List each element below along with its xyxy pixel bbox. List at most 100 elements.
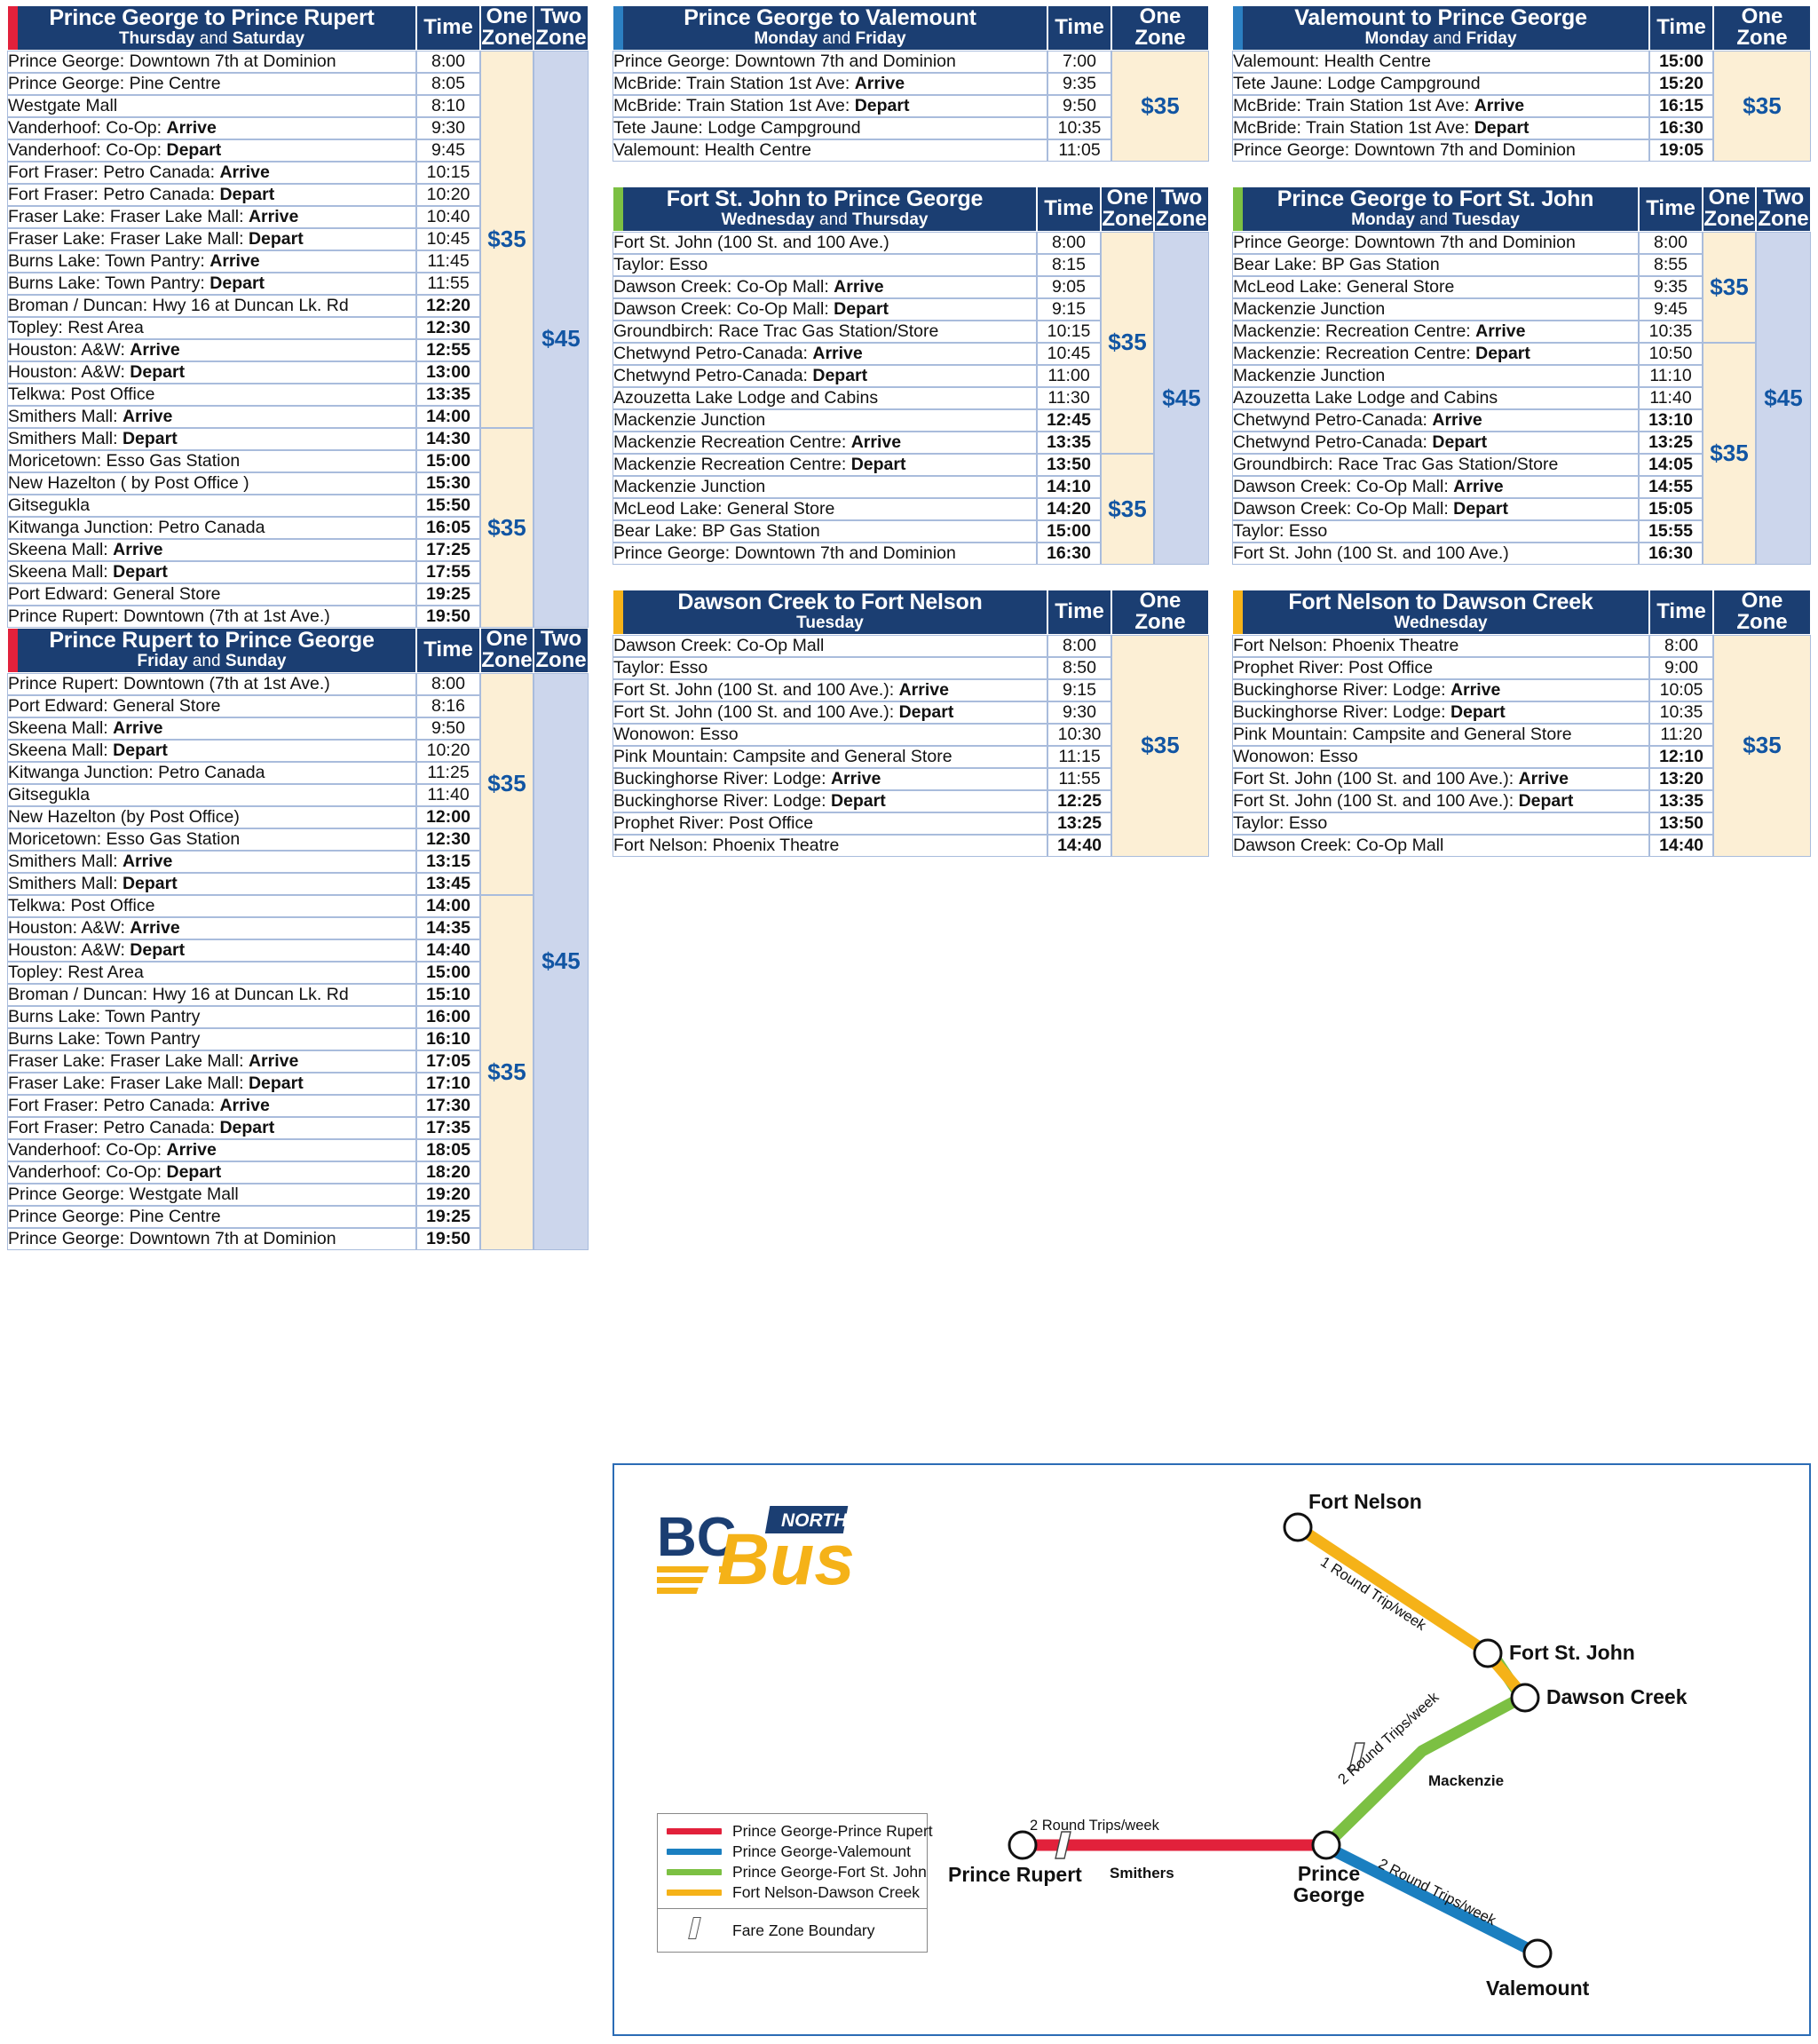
stop-name-cell: Smithers Mall: Depart	[7, 872, 416, 895]
one-zone-fare-cell: $35	[1111, 50, 1209, 162]
table-title-cell: Prince George to Fort St. John Monday and…	[1232, 186, 1639, 232]
stop-time-cell: 12:55	[416, 338, 480, 361]
stop-name-cell: Kitwanga Junction: Petro Canada	[7, 761, 416, 784]
stop-name-cell: Dawson Creek: Co-Op Mall: Arrive	[1232, 475, 1639, 498]
stop-name-cell: Groundbirch: Race Trac Gas Station/Store	[613, 320, 1037, 343]
stop-name-cell: Vanderhoof: Co-Op: Arrive	[7, 116, 416, 139]
stop-time-cell: 14:40	[1047, 834, 1111, 857]
map-label-smithers: Smithers	[1110, 1865, 1174, 1882]
stop-name-cell: Broman / Duncan: Hwy 16 at Duncan Lk. Rd	[7, 294, 416, 317]
column-header-time: Time	[1037, 186, 1101, 232]
map-label-prince-george: Prince George	[1292, 1862, 1365, 1907]
table-row: Mackenzie: Recreation Centre: Depart 10:5…	[1232, 342, 1811, 565]
table-row: Valemount: Health Centre 15:00 $35	[1232, 50, 1811, 162]
stop-name-cell: Burns Lake: Town Pantry	[7, 1005, 416, 1028]
table-title: Fort St. John to Prince George	[666, 186, 984, 211]
stop-time-cell: 8:00	[1047, 634, 1111, 657]
stop-time-cell: 11:40	[1639, 386, 1703, 409]
table-title: Prince George to Prince Rupert	[49, 4, 375, 30]
stop-time-cell: 10:40	[416, 205, 480, 228]
stop-name-cell: Prince George: Pine Centre	[7, 1205, 416, 1228]
schedule-column-left: Prince George to Prince Rupert Thursday a…	[7, 5, 589, 1250]
stop-time-cell: 19:25	[416, 1205, 480, 1228]
stop-time-cell: 16:30	[1649, 116, 1713, 139]
stop-time-cell: 19:20	[416, 1183, 480, 1206]
stop-name-cell: Tete Jaune: Lodge Campground	[1232, 72, 1649, 95]
stop-name-cell: Burns Lake: Town Pantry: Arrive	[7, 250, 416, 273]
stop-name-cell: Taylor: Esso	[1232, 812, 1649, 835]
stop-time-cell: 14:00	[416, 894, 480, 917]
stop-time-cell: 13:25	[1047, 812, 1111, 835]
stop-name-cell: Fort Fraser: Petro Canada: Depart	[7, 1116, 416, 1139]
stop-time-cell: 12:10	[1649, 745, 1713, 768]
legend-color-swatch	[667, 1890, 722, 1896]
one-zone-fare-cell: $35	[480, 50, 534, 428]
legend-route-label: Prince George-Fort St. John	[732, 1863, 927, 1881]
stop-time-cell: 10:15	[416, 161, 480, 184]
stop-name-cell: Bear Lake: BP Gas Station	[1232, 253, 1639, 276]
schedule-column-right: Valemount to Prince George Monday and Fri…	[1232, 5, 1818, 857]
stop-time-cell: 13:35	[1037, 431, 1101, 454]
stop-time-cell: 15:00	[416, 449, 480, 472]
schedule-table-pg-to-valemount: Prince George to Valemount Monday and Fri…	[613, 5, 1209, 162]
stop-name-cell: Fort St. John (100 St. and 100 Ave.): Ar…	[1232, 767, 1649, 790]
stop-name-cell: Fort St. John (100 St. and 100 Ave.): De…	[613, 701, 1047, 724]
stop-time-cell: 14:30	[416, 427, 480, 450]
stop-time-cell: 14:20	[1037, 497, 1101, 520]
map-label-fort-st-john: Fort St. John	[1509, 1641, 1635, 1664]
stop-time-cell: 13:35	[1649, 789, 1713, 812]
stop-name-cell: Mackenzie Junction	[1232, 364, 1639, 387]
table-service-days: Monday and Friday	[1364, 29, 1517, 49]
stop-time-cell: 17:25	[416, 538, 480, 561]
route-accent-bar	[613, 590, 623, 634]
stop-name-cell: Mackenzie Junction	[1232, 297, 1639, 321]
legend-route-label: Prince George-Prince Rupert	[732, 1822, 933, 1840]
stop-name-cell: McBride: Train Station 1st Ave: Depart	[613, 94, 1047, 117]
stop-time-cell: 14:55	[1639, 475, 1703, 498]
stop-name-cell: Fort Fraser: Petro Canada: Arrive	[7, 161, 416, 184]
stop-time-cell: 10:45	[416, 227, 480, 250]
table-row: Fort St. John (100 St. and 100 Ave.) 8:00…	[613, 231, 1209, 565]
table-header-row: Prince George to Fort St. John Monday and…	[1232, 186, 1811, 232]
stop-name-cell: Port Edward: General Store	[7, 694, 416, 717]
stop-name-cell: Tete Jaune: Lodge Campground	[613, 116, 1047, 139]
stop-time-cell: 9:35	[1047, 72, 1111, 95]
legend-route-label: Fort Nelson-Dawson Creek	[732, 1883, 921, 1901]
stop-name-cell: Dawson Creek: Co-Op Mall	[1232, 834, 1649, 857]
stop-name-cell: McLeod Lake: General Store	[613, 497, 1037, 520]
legend-route-item: Prince George-Fort St. John	[658, 1862, 927, 1882]
table-row: Prince George: Downtown 7th and Dominion…	[613, 50, 1209, 162]
stop-time-cell: 8:10	[416, 94, 480, 117]
column-header-one-zone: One Zone	[480, 4, 534, 51]
stop-time-cell: 11:15	[1047, 745, 1111, 768]
stop-name-cell: Mackenzie Recreation Centre: Arrive	[613, 431, 1037, 454]
table-header-row: Prince Rupert to Prince George Friday and…	[7, 627, 589, 673]
stop-name-cell: Buckinghorse River: Lodge: Arrive	[613, 767, 1047, 790]
map-legend: Prince George-Prince Rupert Prince George…	[657, 1813, 933, 1953]
stop-time-cell: 11:45	[416, 250, 480, 273]
stop-name-cell: Wonowon: Esso	[613, 723, 1047, 746]
stop-time-cell: 15:05	[1639, 497, 1703, 520]
column-header-time: Time	[1047, 589, 1111, 635]
stop-name-cell: Fort Nelson: Phoenix Theatre	[1232, 634, 1649, 657]
fare-zone-boundary-icon	[667, 1917, 722, 1944]
stop-time-cell: 14:10	[1037, 475, 1101, 498]
stop-time-cell: 7:00	[1047, 50, 1111, 73]
table-title-cell: Prince George to Prince Rupert Thursday a…	[7, 5, 416, 51]
stop-name-cell: Chetwynd Petro-Canada: Depart	[613, 364, 1037, 387]
stop-time-cell: 9:30	[1047, 701, 1111, 724]
legend-fare-zone-label: Fare Zone Boundary	[732, 1921, 875, 1939]
stop-name-cell: Prince Rupert: Downtown (7th at 1st Ave.…	[7, 672, 416, 695]
stop-time-cell: 11:20	[1649, 723, 1713, 746]
stop-name-cell: Skeena Mall: Depart	[7, 739, 416, 762]
one-zone-fare-cell: $35	[1111, 634, 1209, 857]
table-service-days: Thursday and Saturday	[118, 29, 305, 49]
legend-color-swatch	[667, 1828, 722, 1834]
stop-time-cell: 8:00	[1037, 231, 1101, 254]
stop-time-cell: 9:50	[416, 717, 480, 740]
stop-time-cell: 18:20	[416, 1161, 480, 1184]
stop-time-cell: 11:10	[1639, 364, 1703, 387]
route-map-panel: BC Bus NORTH Prince George-Prince Rupert…	[613, 1463, 1811, 2036]
stop-name-cell: Prince George: Downtown 7th at Dominion	[7, 50, 416, 73]
table-header-row: Dawson Creek to Fort Nelson Tuesday Time On…	[613, 589, 1209, 635]
